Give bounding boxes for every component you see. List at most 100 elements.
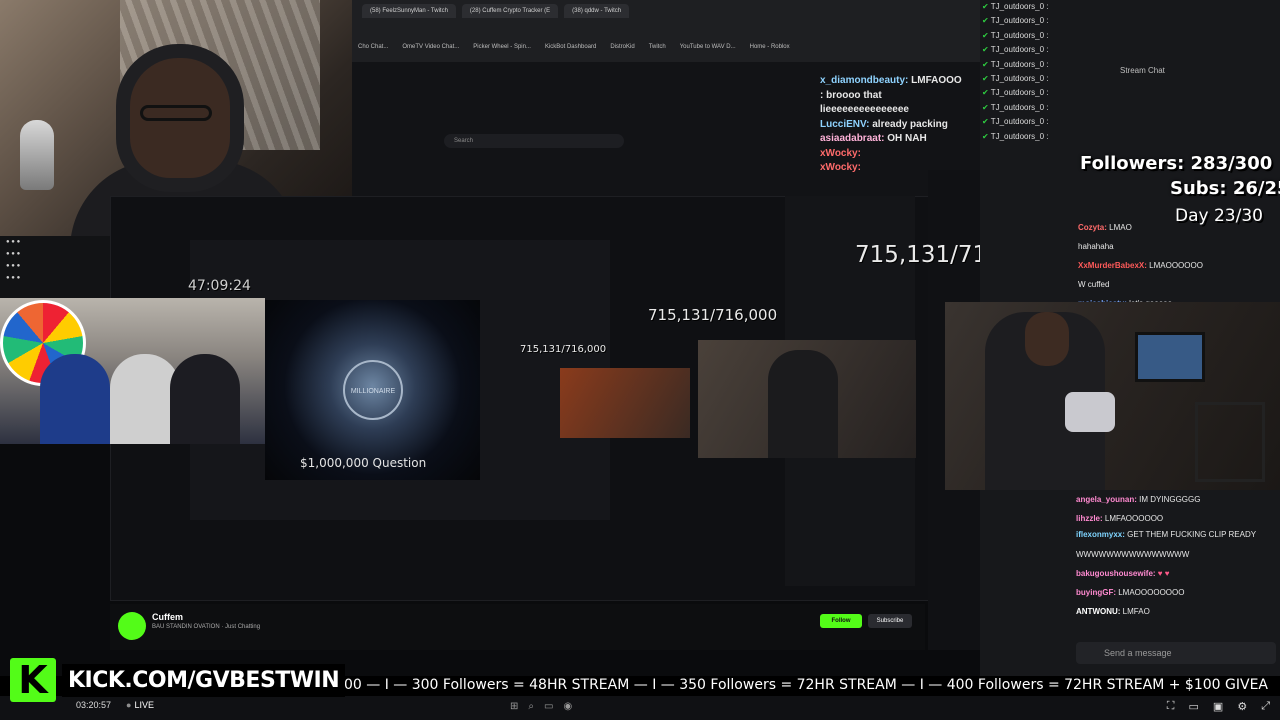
chat-line: : broooo that <box>820 89 985 104</box>
chat-user: LucciENV: <box>820 118 870 130</box>
group-person <box>40 354 110 444</box>
gear-icon[interactable]: ⚙ <box>1237 700 1247 713</box>
bookmarks-bar: Cho Chat... OmeTV Video Chat... Picker W… <box>358 44 790 50</box>
bookmark-item[interactable]: Cho Chat... <box>358 44 388 50</box>
chat-user: xWocky: <box>820 162 861 173</box>
bookmark-item[interactable]: KickBot Dashboard <box>545 44 596 50</box>
inner-webcam <box>698 340 916 458</box>
follower-row: ✔ TJ_outdoors_0 : <box>982 73 1049 83</box>
browser-tab[interactable]: (28) Cuffem Crypto Tracker (E <box>461 4 559 18</box>
strip-row: ● ● ● <box>6 239 21 245</box>
chat-message: ♥ ♥ <box>1157 569 1170 578</box>
day-counter: Day 23/30 <box>1175 206 1263 226</box>
expand-icon[interactable]: ⤢ <box>1261 700 1270 713</box>
chat-user: x_diamondbeauty: <box>820 75 909 86</box>
group-webcam <box>0 298 265 444</box>
inner-webcam-small <box>560 368 690 438</box>
player-controls: ⛶ ▭ ▣ ⚙ ⤢ <box>1167 700 1270 713</box>
viewer-count-goal: 715,131/716,000 <box>648 306 778 324</box>
webcam-person-head <box>1025 312 1069 366</box>
channel-subtitle: BAU STANDIN OVATION · Just Chatting <box>152 624 261 630</box>
chat-user: buyingGF: <box>1076 588 1116 597</box>
search-input[interactable]: Search <box>444 134 624 148</box>
channel-url: KICK.COM/GVBESTWIN <box>62 663 346 697</box>
chat-message: IM DYINGGGGG <box>1139 495 1201 504</box>
chat-message: LMAO <box>1109 223 1132 232</box>
subscribe-button[interactable]: Subscribe <box>868 614 912 628</box>
group-person <box>170 354 240 444</box>
browser-tab-strip: (58) FeelzSunnyMan - Twitch (28) Cuffem … <box>352 0 992 62</box>
chat-user: XxMurderBabexX: <box>1078 261 1147 270</box>
chat-user: iflexonmyxx: <box>1076 530 1125 539</box>
chat-user: xWocky: <box>820 147 861 159</box>
chat-message: OH NAH <box>887 133 927 144</box>
follow-button[interactable]: Follow <box>820 614 862 628</box>
chat-line: bakugoushousewife: ♥ ♥ <box>1076 564 1276 583</box>
chat-line: x_diamondbeauty: LMFAOOO <box>820 74 985 89</box>
chat-line: buyingGF: LMAOOOOOOOO <box>1076 583 1276 602</box>
strip-row: ● ● ● <box>6 251 21 257</box>
follower-row: ✔ TJ_outdoors_0 : <box>982 16 1049 26</box>
browser-tabs: (58) FeelzSunnyMan - Twitch (28) Cuffem … <box>362 4 630 18</box>
bookmark-item[interactable]: OmeTV Video Chat... <box>402 44 459 50</box>
chat-user: angela_younan: <box>1076 495 1137 504</box>
inner-webcam-person <box>768 350 838 458</box>
bookmark-item[interactable]: YouTube to WAV D... <box>680 44 736 50</box>
monitor-screen <box>1135 332 1205 382</box>
theater-icon[interactable]: ▭ <box>1189 700 1199 713</box>
kick-brand-banner: K KICK.COM/GVBESTWIN <box>10 658 346 702</box>
chat-message-input[interactable]: Send a message <box>1076 642 1276 664</box>
chat-message: W cuffed <box>1078 280 1110 289</box>
chat-line: W cuffed <box>1078 275 1278 294</box>
chat-message: LMFAOOOOOO <box>1104 514 1164 523</box>
chat-message: GET THEM FUCKING CLIP READY <box>1127 530 1257 539</box>
follower-row: ✔ TJ_outdoors_0 : <box>982 45 1049 55</box>
kick-logo-icon: K <box>10 658 56 702</box>
followers-goal: Followers: 283/300 <box>1080 153 1273 174</box>
chat-message: : broooo that <box>820 89 882 101</box>
windows-start-icon[interactable]: ⊞ <box>510 701 518 712</box>
overlay-chat-top: x_diamondbeauty: LMFAOOO : broooo that l… <box>820 74 985 176</box>
strip-row: ● ● ● <box>6 275 21 281</box>
follower-row: ✔ TJ_outdoors_0 : <box>982 117 1049 127</box>
chat-line: WWWWWWWWWWWWWWW <box>1076 545 1276 564</box>
browser-icon[interactable]: ◉ <box>563 701 572 712</box>
chat-line: lieeeeeeeeeeeeeee <box>820 103 985 118</box>
fullscreen-icon[interactable]: ⛶ <box>1167 700 1175 713</box>
bookmark-item[interactable]: DistroKid <box>610 44 634 50</box>
browser-tab[interactable]: (38) qddw - Twitch <box>564 4 630 18</box>
viewer-count-goal: 715,131/716,000 <box>520 344 607 355</box>
follower-row: ✔ TJ_outdoors_0 : <box>982 30 1049 40</box>
follower-row: ✔ TJ_outdoors_0 : <box>982 131 1049 141</box>
channel-name[interactable]: Cuffem <box>152 612 183 622</box>
chat-user: lihzzle: <box>1076 514 1103 523</box>
chat-line: XxMurderBabexX: LMAOOOOOO <box>1078 256 1278 275</box>
chat-line: hahahaha <box>1078 237 1278 256</box>
chat-line: iflexonmyxx: GET THEM FUCKING CLIP READY <box>1076 528 1276 541</box>
chat-line: ANTWONU: LMFAO <box>1076 602 1276 621</box>
bookmark-item[interactable]: Home - Roblox <box>750 44 790 50</box>
search-icon[interactable]: ⌕ <box>528 701 534 712</box>
avatar[interactable] <box>118 612 146 640</box>
held-clothing <box>1065 392 1115 432</box>
pip-icon[interactable]: ▣ <box>1213 700 1223 713</box>
follower-row: ✔ TJ_outdoors_0 : <box>982 2 1049 11</box>
strip-row: ● ● ● <box>6 263 21 269</box>
left-info-strip: ● ● ● ● ● ● ● ● ● ● ● ● <box>0 236 116 300</box>
chat-message: WWWWWWWWWWWWWWW <box>1076 550 1190 559</box>
chat-feed-lower: angela_younan: IM DYINGGGGG lihzzle: LMF… <box>1076 490 1276 621</box>
folder-icon[interactable]: ▭ <box>544 701 553 712</box>
chat-line: LucciENV: already packing <box>820 118 985 133</box>
follower-list: ✔ TJ_outdoors_0 : ✔ TJ_outdoors_0 : ✔ TJ_ou… <box>982 0 1078 144</box>
chat-line: asiaadabraat: OH NAH <box>820 132 985 147</box>
chat-message: LMFAOOO <box>911 75 962 86</box>
chat-feed-upper: Cozyta: LMAO hahahaha XxMurderBabexX: LM… <box>1078 218 1278 313</box>
chat-user: asiaadabraat: <box>820 133 885 144</box>
browser-tab[interactable]: (58) FeelzSunnyMan - Twitch <box>362 4 456 18</box>
taskbar-apps: ⊞ ⌕ ▭ ◉ <box>510 701 572 712</box>
chat-message: LMAOOOOOO <box>1149 261 1203 270</box>
stream-chat-title: Stream Chat <box>1120 66 1165 75</box>
bookmark-item[interactable]: Twitch <box>649 44 666 50</box>
bookmark-item[interactable]: Picker Wheel - Spin... <box>473 44 531 50</box>
streamer-glasses <box>140 105 212 121</box>
